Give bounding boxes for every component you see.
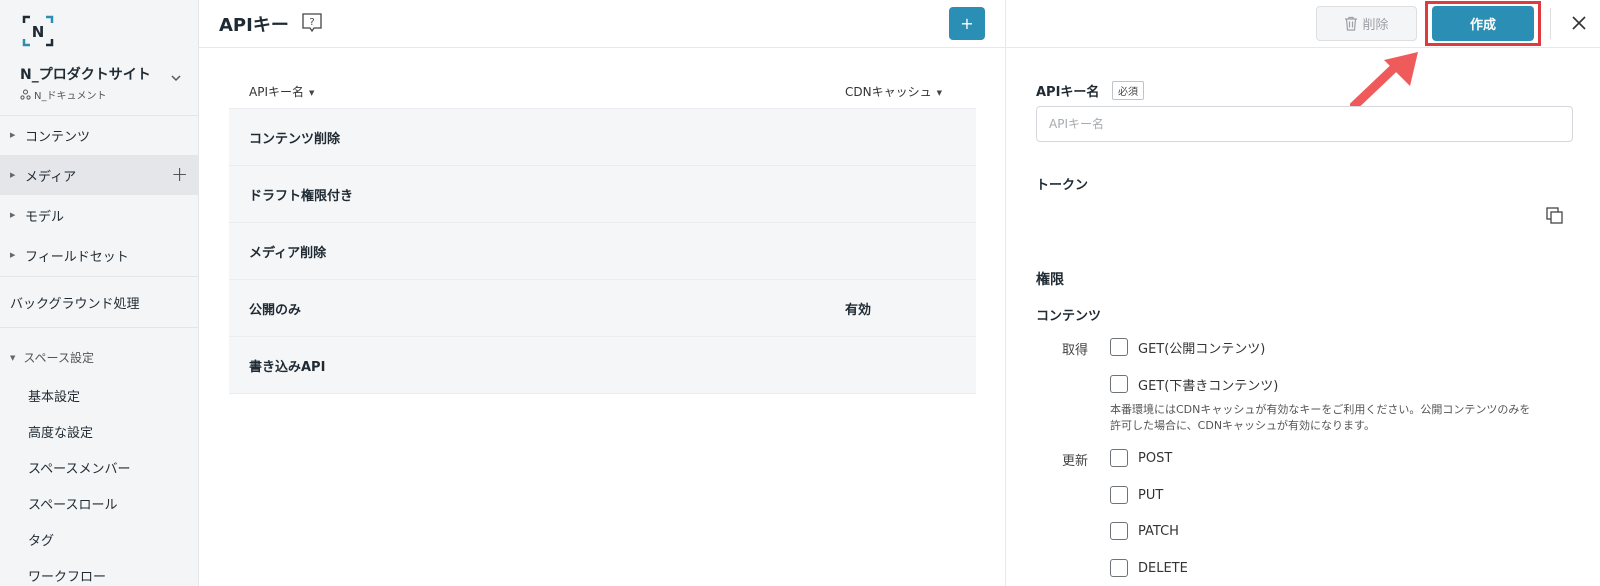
caret-down-icon: ▼ xyxy=(936,88,942,97)
sidebar-item-basic-settings[interactable]: 基本設定 xyxy=(28,386,80,405)
row-cdn: 有効 xyxy=(845,303,872,318)
panel-divider xyxy=(1005,0,1006,586)
row-name: コンテンツ削除 xyxy=(249,132,341,147)
user-group-icon xyxy=(20,89,31,100)
sidebar: N N_プロダクトサイト N_ドキュメント ▶ コンテンツ ▶ メディア + ▶… xyxy=(0,0,199,586)
site-name: N_プロダクトサイト xyxy=(20,67,151,83)
table-row[interactable]: 公開のみ 有効 xyxy=(229,279,976,336)
cdn-note: 本番環境にはCDNキャッシュが有効なキーをご利用ください。公開コンテンツのみを … xyxy=(1110,402,1580,434)
table-row[interactable]: コンテンツ削除 xyxy=(229,108,976,165)
column-header-api-key-name[interactable]: APIキー名 ▼ xyxy=(249,83,314,100)
required-badge: 必須 xyxy=(1112,81,1144,100)
site-subtitle: N_ドキュメント xyxy=(20,87,190,102)
patch-checkbox-row[interactable]: PATCH xyxy=(1110,520,1179,542)
row-name: 公開のみ xyxy=(249,303,302,318)
get-public-checkbox[interactable] xyxy=(1110,338,1128,356)
checkbox-label: PATCH xyxy=(1138,523,1179,539)
sidebar-item-label: フィールドセット xyxy=(25,249,129,265)
header-divider xyxy=(199,47,1600,48)
put-checkbox-row[interactable]: PUT xyxy=(1110,484,1163,506)
site-switcher[interactable]: N_プロダクトサイト N_ドキュメント xyxy=(20,64,190,104)
delete-checkbox[interactable] xyxy=(1110,559,1128,577)
sidebar-item-media[interactable]: ▶ メディア + xyxy=(0,155,199,195)
logo-letter: N xyxy=(32,23,45,41)
caret-right-icon: ▶ xyxy=(10,171,16,179)
checkbox-label: GET(公開コンテンツ) xyxy=(1138,341,1266,357)
checkbox-label: PUT xyxy=(1138,487,1164,503)
put-checkbox[interactable] xyxy=(1110,486,1128,504)
get-draft-checkbox-row[interactable]: GET(下書きコンテンツ) xyxy=(1110,373,1278,395)
table-row[interactable]: ドラフト権限付き xyxy=(229,165,976,222)
api-key-name-input[interactable] xyxy=(1036,106,1573,142)
caret-right-icon: ▶ xyxy=(10,131,16,139)
cdn-note-line: 許可した場合に、CDNキャッシュが有効になります。 xyxy=(1110,419,1375,432)
contents-permission-label: コンテンツ xyxy=(1036,309,1102,324)
sidebar-item-tags[interactable]: タグ xyxy=(28,530,54,549)
plus-icon: + xyxy=(960,14,974,33)
cdn-note-line: 本番環境にはCDNキャッシュが有効なキーをご利用ください。公開コンテンツのみを xyxy=(1110,403,1531,416)
column-label: APIキー名 xyxy=(249,85,304,99)
delete-label: 削除 xyxy=(1362,18,1389,33)
sidebar-item-space-roles[interactable]: スペースロール xyxy=(28,494,117,513)
row-name: メディア削除 xyxy=(249,246,327,261)
sidebar-item-models[interactable]: ▶ モデル xyxy=(0,195,199,235)
post-checkbox-row[interactable]: POST xyxy=(1110,447,1172,469)
help-icon[interactable]: ? xyxy=(301,13,323,33)
checkbox-label: POST xyxy=(1138,450,1173,466)
caret-right-icon: ▶ xyxy=(10,251,16,259)
sidebar-item-advanced-settings[interactable]: 高度な設定 xyxy=(28,422,93,441)
delete-checkbox-row[interactable]: DELETE xyxy=(1110,557,1188,579)
page-title: APIキー xyxy=(219,15,289,36)
get-public-checkbox-row[interactable]: GET(公開コンテンツ) xyxy=(1110,336,1265,358)
sidebar-divider xyxy=(0,276,199,277)
post-checkbox[interactable] xyxy=(1110,449,1128,467)
sidebar-item-label: コンテンツ xyxy=(25,129,91,145)
sidebar-item-label: メディア xyxy=(25,169,77,185)
checkbox-label: GET(下書きコンテンツ) xyxy=(1138,378,1279,394)
sidebar-divider xyxy=(0,327,199,328)
token-label: トークン xyxy=(1036,178,1089,193)
sidebar-item-space-members[interactable]: スペースメンバー xyxy=(28,458,130,477)
create-button[interactable]: 作成 xyxy=(1432,6,1534,41)
caret-down-icon: ▼ xyxy=(309,88,315,97)
table-row[interactable]: 書き込みAPI xyxy=(229,336,976,393)
close-icon[interactable] xyxy=(1568,12,1590,34)
patch-checkbox[interactable] xyxy=(1110,522,1128,540)
get-group-label: 取得 xyxy=(1062,343,1089,358)
help-symbol: ? xyxy=(309,17,314,28)
checkbox-label: DELETE xyxy=(1138,560,1188,576)
table-row[interactable]: メディア削除 xyxy=(229,222,976,279)
arrow-icon xyxy=(1350,52,1418,111)
row-name: 書き込みAPI xyxy=(249,360,326,375)
logo-icon[interactable]: N xyxy=(22,15,54,47)
get-draft-checkbox[interactable] xyxy=(1110,375,1128,393)
update-group-label: 更新 xyxy=(1062,454,1089,469)
trash-icon xyxy=(1345,16,1358,31)
column-label: CDNキャッシュ xyxy=(845,85,932,99)
plus-icon[interactable]: + xyxy=(171,164,188,184)
sidebar-item-fieldsets[interactable]: ▶ フィールドセット xyxy=(0,235,199,275)
sidebar-item-contents[interactable]: ▶ コンテンツ xyxy=(0,115,199,155)
table-header: APIキー名 ▼ CDNキャッシュ ▼ xyxy=(229,80,976,108)
section-label: スペース設定 xyxy=(23,351,94,365)
sidebar-item-label: モデル xyxy=(25,209,65,225)
delete-button[interactable]: 削除 xyxy=(1316,6,1417,41)
sidebar-section-space-settings[interactable]: ▼ スペース設定 xyxy=(0,349,199,366)
sidebar-item-workflow[interactable]: ワークフロー xyxy=(28,566,106,585)
chevron-down-icon[interactable] xyxy=(170,74,182,82)
caret-down-icon: ▼ xyxy=(10,353,16,362)
api-key-name-label: APIキー名 xyxy=(1036,85,1100,100)
add-api-key-button[interactable]: + xyxy=(949,7,985,40)
caret-right-icon: ▶ xyxy=(10,211,16,219)
column-header-cdn-cache[interactable]: CDNキャッシュ ▼ xyxy=(845,83,942,100)
toolbar-divider xyxy=(1550,8,1551,39)
permissions-title: 権限 xyxy=(1036,272,1064,288)
sidebar-item-background-jobs[interactable]: バックグラウンド処理 xyxy=(10,293,139,312)
copy-icon[interactable] xyxy=(1545,206,1565,226)
row-name: ドラフト権限付き xyxy=(249,189,354,204)
table-divider xyxy=(229,393,976,394)
site-sub-label: N_ドキュメント xyxy=(34,91,107,102)
